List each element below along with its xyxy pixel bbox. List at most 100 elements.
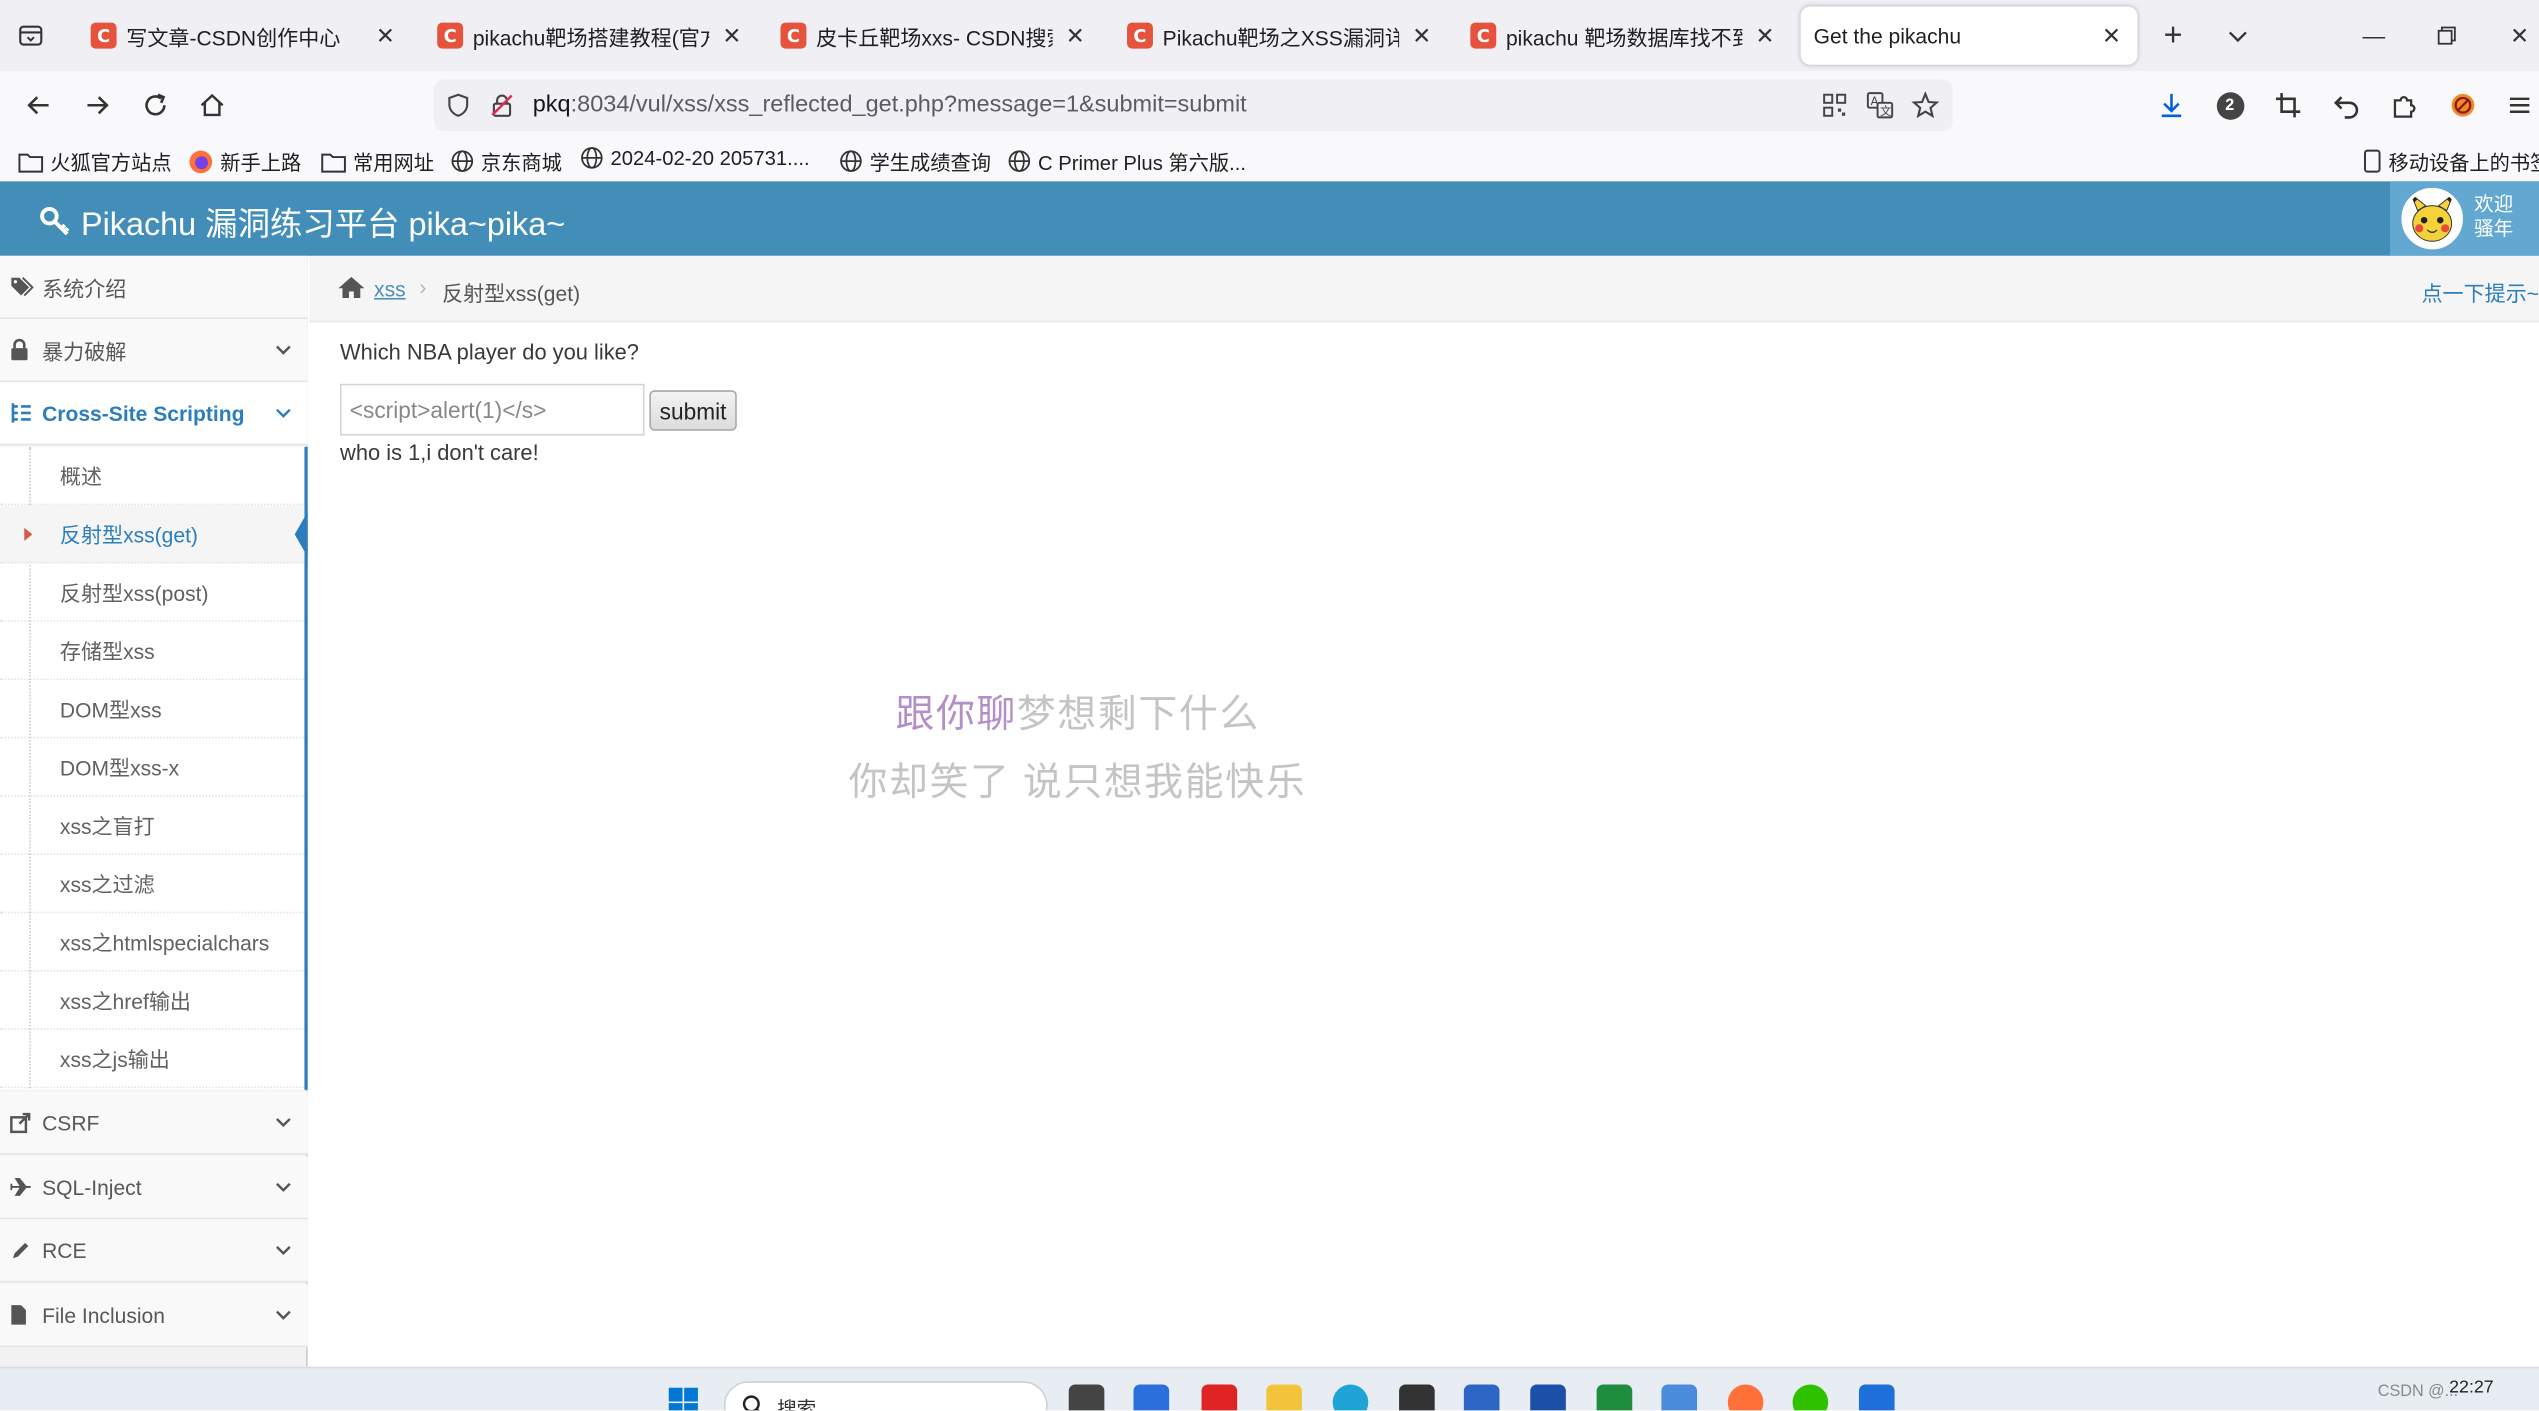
- mobile-bookmarks[interactable]: 移动设备上的书签: [2363, 146, 2539, 177]
- file-explorer-icon[interactable]: [1266, 1384, 1302, 1411]
- sidebar-item-xss[interactable]: Cross-Site Scripting: [0, 382, 308, 446]
- browser-tab[interactable]: C 皮卡丘靶场xxs- CSDN搜索 ✕: [768, 6, 1102, 64]
- edge-icon[interactable]: [1332, 1384, 1369, 1411]
- addon-button[interactable]: [2442, 84, 2484, 126]
- close-icon[interactable]: ✕: [372, 22, 398, 49]
- xbox-icon[interactable]: [1596, 1384, 1633, 1411]
- tab-title: 写文章-CSDN创作中心: [126, 25, 341, 50]
- close-icon[interactable]: ✕: [1062, 22, 1088, 49]
- close-icon[interactable]: ✕: [1752, 22, 1778, 49]
- extensions-button[interactable]: [2384, 84, 2426, 126]
- restore-button[interactable]: [2424, 13, 2469, 58]
- breadcrumb-link-xss[interactable]: xss: [374, 277, 406, 301]
- firefox-icon[interactable]: [1727, 1384, 1764, 1411]
- app-icon[interactable]: [1858, 1384, 1895, 1411]
- browser-tab[interactable]: C pikachu 靶场数据库找不到初 ✕: [1457, 6, 1791, 64]
- browser-tab-active[interactable]: Get the pikachu ✕: [1800, 6, 2138, 65]
- close-icon[interactable]: ✕: [719, 22, 745, 49]
- chevron-down-icon: [259, 1240, 308, 1259]
- downloads-button[interactable]: [2150, 84, 2192, 126]
- app-menu-button[interactable]: [2499, 84, 2539, 126]
- bookmark-item[interactable]: C Primer Plus 第六版...: [1007, 146, 1246, 177]
- screenshot-button[interactable]: [2267, 84, 2309, 126]
- submenu-item-filter[interactable]: xss之过滤: [0, 855, 305, 914]
- browser-tab[interactable]: C 写文章-CSDN创作中心 ✕: [78, 6, 412, 64]
- extension-badge-button[interactable]: 2: [2209, 84, 2251, 126]
- submenu-item-dom[interactable]: DOM型xss: [0, 680, 305, 739]
- sidebar-item-label: File Inclusion: [42, 1302, 165, 1328]
- wechat-icon[interactable]: [1792, 1384, 1829, 1411]
- browser-tab[interactable]: C Pikachu靶场之XSS漏洞详解 ✕: [1114, 6, 1448, 64]
- minimize-button[interactable]: —: [2351, 13, 2396, 58]
- browser-tab[interactable]: C pikachu靶场搭建教程(官方题 ✕: [424, 6, 758, 64]
- shield-icon[interactable]: [445, 92, 471, 118]
- back-button[interactable]: [18, 84, 60, 126]
- sidebar-item-brute-force[interactable]: 暴力破解: [0, 319, 308, 383]
- app-icon[interactable]: [1399, 1384, 1435, 1411]
- tab-list-button[interactable]: [13, 18, 49, 54]
- close-icon[interactable]: ✕: [2099, 22, 2125, 49]
- sidebar-item-sql-inject[interactable]: SQL-Inject: [0, 1156, 308, 1220]
- chevron-down-icon: [259, 403, 308, 422]
- sidebar-item-rce[interactable]: RCE: [0, 1219, 308, 1283]
- bookmark-item[interactable]: 2024-02-20 205731....: [580, 146, 810, 170]
- windows-start-icon[interactable]: [667, 1386, 699, 1411]
- clock[interactable]: 22:27: [2449, 1378, 2494, 1397]
- submenu-item-js[interactable]: xss之js输出: [0, 1030, 305, 1089]
- csdn-icon: C: [90, 22, 117, 49]
- bookmark-item[interactable]: 火狐官方站点: [18, 146, 172, 177]
- chevron-down-icon: [259, 1305, 308, 1324]
- forward-button[interactable]: [76, 84, 118, 126]
- translate-icon[interactable]: A文: [1865, 91, 1894, 120]
- bookmark-star-icon[interactable]: [1911, 91, 1940, 120]
- csdn-icon: C: [437, 22, 464, 49]
- submenu-item-reflected-post[interactable]: 反射型xss(post): [0, 564, 305, 622]
- new-tab-button[interactable]: +: [2150, 13, 2195, 58]
- submit-button[interactable]: submit: [649, 390, 737, 431]
- app-icon[interactable]: [1661, 1384, 1698, 1411]
- navigation-toolbar: pkq:8034/vul/xss/xss_reflected_get.php?m…: [0, 71, 2539, 140]
- sidebar-item-file-inclusion[interactable]: File Inclusion: [0, 1284, 308, 1348]
- close-window-button[interactable]: ✕: [2497, 13, 2539, 58]
- submenu-item-dom-x[interactable]: DOM型xss-x: [0, 738, 305, 797]
- submenu-item-stored[interactable]: 存储型xss: [0, 622, 305, 681]
- site-brand[interactable]: Pikachu 漏洞练习平台 pika~pika~: [39, 198, 565, 245]
- svg-text:文: 文: [1880, 104, 1891, 118]
- bookmark-item[interactable]: 学生成绩查询: [839, 146, 991, 177]
- store-icon[interactable]: [1463, 1384, 1500, 1411]
- bookmark-item[interactable]: 京东商城: [450, 146, 562, 177]
- tab-overflow-button[interactable]: [2215, 13, 2260, 58]
- bookmark-item[interactable]: 新手上路: [188, 146, 301, 177]
- submenu-item-blind[interactable]: xss之盲打: [0, 797, 305, 855]
- message-input[interactable]: [340, 383, 645, 436]
- close-icon[interactable]: ✕: [1409, 22, 1435, 49]
- user-menu[interactable]: 欢迎 骚年: [2390, 181, 2539, 256]
- home-button[interactable]: [191, 84, 233, 126]
- reload-button[interactable]: [134, 84, 176, 126]
- plus-icon: +: [2163, 17, 2183, 53]
- hint-link[interactable]: 点一下提示~: [2422, 277, 2539, 308]
- insecure-lock-icon[interactable]: [489, 92, 515, 118]
- qr-code-icon[interactable]: [1822, 92, 1848, 118]
- bookmark-item[interactable]: 常用网址: [321, 146, 434, 177]
- chevron-down-icon: [2228, 31, 2247, 43]
- task-view-icon[interactable]: [1068, 1384, 1105, 1411]
- home-icon[interactable]: [337, 275, 366, 304]
- address-bar[interactable]: pkq:8034/vul/xss/xss_reflected_get.php?m…: [433, 79, 1953, 132]
- app-icon[interactable]: [1530, 1384, 1566, 1411]
- taskbar-search[interactable]: 搜索: [723, 1381, 1048, 1411]
- sidebar-item-intro[interactable]: 系统介绍: [0, 255, 308, 320]
- tab-title: Get the pikachu: [1813, 23, 1962, 48]
- submenu-item-overview[interactable]: 概述: [0, 447, 305, 506]
- tab-title: Pikachu靶场之XSS漏洞详解: [1162, 25, 1399, 50]
- xss-submenu: 概述 反射型xss(get) 反射型xss(post) 存储型xss DOM型x…: [0, 446, 308, 1090]
- url-text[interactable]: pkq:8034/vul/xss/xss_reflected_get.php?m…: [533, 92, 1247, 118]
- app-icon[interactable]: [1133, 1384, 1170, 1411]
- submenu-item-htmlspecialchars[interactable]: xss之htmlspecialchars: [0, 913, 305, 972]
- submenu-item-href[interactable]: xss之href输出: [0, 972, 305, 1030]
- netease-music-icon[interactable]: [1201, 1384, 1238, 1411]
- sidebar-item-csrf[interactable]: CSRF: [0, 1091, 308, 1155]
- undo-button[interactable]: [2325, 84, 2367, 126]
- csdn-icon: C: [1127, 22, 1153, 49]
- submenu-item-reflected-get[interactable]: 反射型xss(get): [0, 505, 305, 564]
